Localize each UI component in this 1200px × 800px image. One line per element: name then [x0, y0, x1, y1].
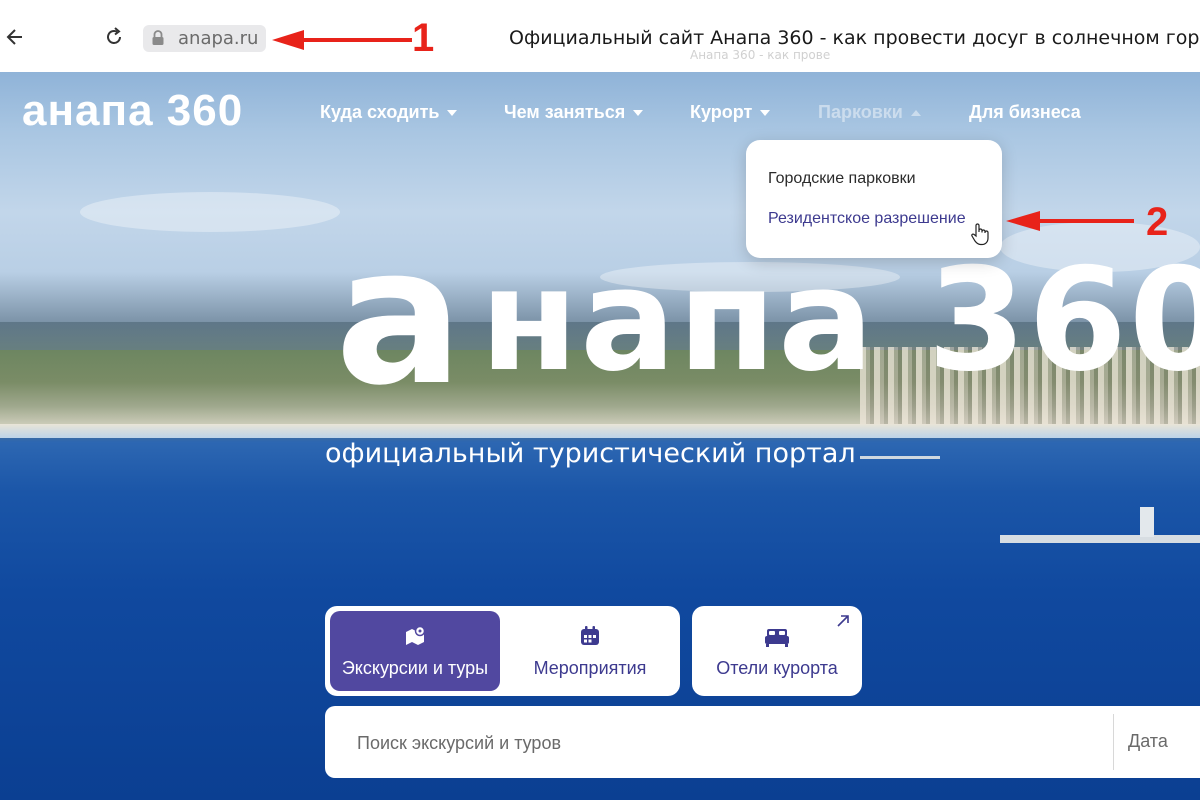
- address-bar[interactable]: anapa.ru: [143, 25, 266, 52]
- address-text: anapa.ru: [178, 28, 259, 49]
- back-arrow-icon[interactable]: [4, 26, 26, 48]
- page-title: Официальный сайт Анапа 360 - как провест…: [509, 27, 1200, 49]
- tab-label: Экскурсии и туры: [341, 658, 489, 678]
- browser-toolbar: anapa.ru Официальный сайт Анапа 360 - ка…: [0, 0, 1200, 72]
- nav-item-business[interactable]: Для бизнеса: [969, 102, 1081, 123]
- hero-title: напа 360: [480, 238, 1200, 403]
- annotation-arrow-2: [1006, 211, 1134, 231]
- map-pin-icon: [406, 625, 426, 645]
- annotation-label-2: 2: [1146, 200, 1169, 244]
- hotels-label: Отели курорта: [716, 658, 838, 678]
- hero-subtitle: официальный туристический портал: [325, 438, 856, 469]
- faded-title-text: Анапа 360 - как прове: [690, 48, 831, 62]
- nav-label: Курорт: [690, 102, 753, 122]
- lock-icon: [152, 30, 164, 45]
- caret-up-icon: [910, 110, 921, 117]
- pier: [860, 456, 940, 459]
- tab-events[interactable]: Мероприятия: [505, 611, 675, 691]
- cloud: [80, 192, 340, 232]
- nav-item-resort[interactable]: Курорт: [690, 102, 771, 123]
- caret-down-icon: [760, 110, 771, 117]
- search-bar: Дата: [325, 706, 1200, 780]
- calendar-icon: [581, 626, 599, 645]
- divider: [1113, 714, 1114, 770]
- pier: [1000, 535, 1200, 543]
- nav-label: Чем заняться: [504, 102, 626, 122]
- caret-down-icon: [447, 110, 458, 117]
- menu-item-resident-permit[interactable]: Резидентское разрешение: [768, 210, 966, 228]
- pier-tower: [1140, 507, 1154, 537]
- category-tabs: Экскурсии и туры Мероприятия: [325, 606, 680, 696]
- parking-dropdown-menu: Городские парковки Резидентское разрешен…: [746, 140, 1002, 258]
- date-field[interactable]: Дата: [1128, 731, 1168, 752]
- tab-label: Мероприятия: [533, 658, 647, 678]
- menu-item-city-parking[interactable]: Городские парковки: [768, 170, 916, 188]
- annotation-label-1: 1: [412, 16, 435, 60]
- beach: [0, 424, 1200, 438]
- nav-label: Для бизнеса: [969, 102, 1081, 122]
- nav-item-parking[interactable]: Парковки: [818, 102, 921, 123]
- tab-excursions[interactable]: Экскурсии и туры: [330, 611, 500, 691]
- search-input[interactable]: [355, 706, 1109, 780]
- external-link-arrow-icon: [837, 615, 849, 627]
- nav-item-where-to-go[interactable]: Куда сходить: [320, 102, 458, 123]
- nav-label: Парковки: [818, 102, 903, 122]
- hero-title-letter: а: [335, 206, 464, 427]
- caret-down-icon: [633, 110, 644, 117]
- site-logo[interactable]: анапа 360: [22, 86, 243, 136]
- annotation-arrow-1: [272, 30, 412, 50]
- hand-cursor-icon: [971, 223, 989, 246]
- reload-icon[interactable]: [103, 26, 125, 48]
- nav-label: Куда сходить: [320, 102, 440, 122]
- bed-icon: [765, 629, 789, 647]
- nav-item-activities[interactable]: Чем заняться: [504, 102, 644, 123]
- hotels-card[interactable]: Отели курорта: [692, 606, 862, 696]
- hero-section: анапа 360 Куда сходить Чем заняться Куро…: [0, 72, 1200, 800]
